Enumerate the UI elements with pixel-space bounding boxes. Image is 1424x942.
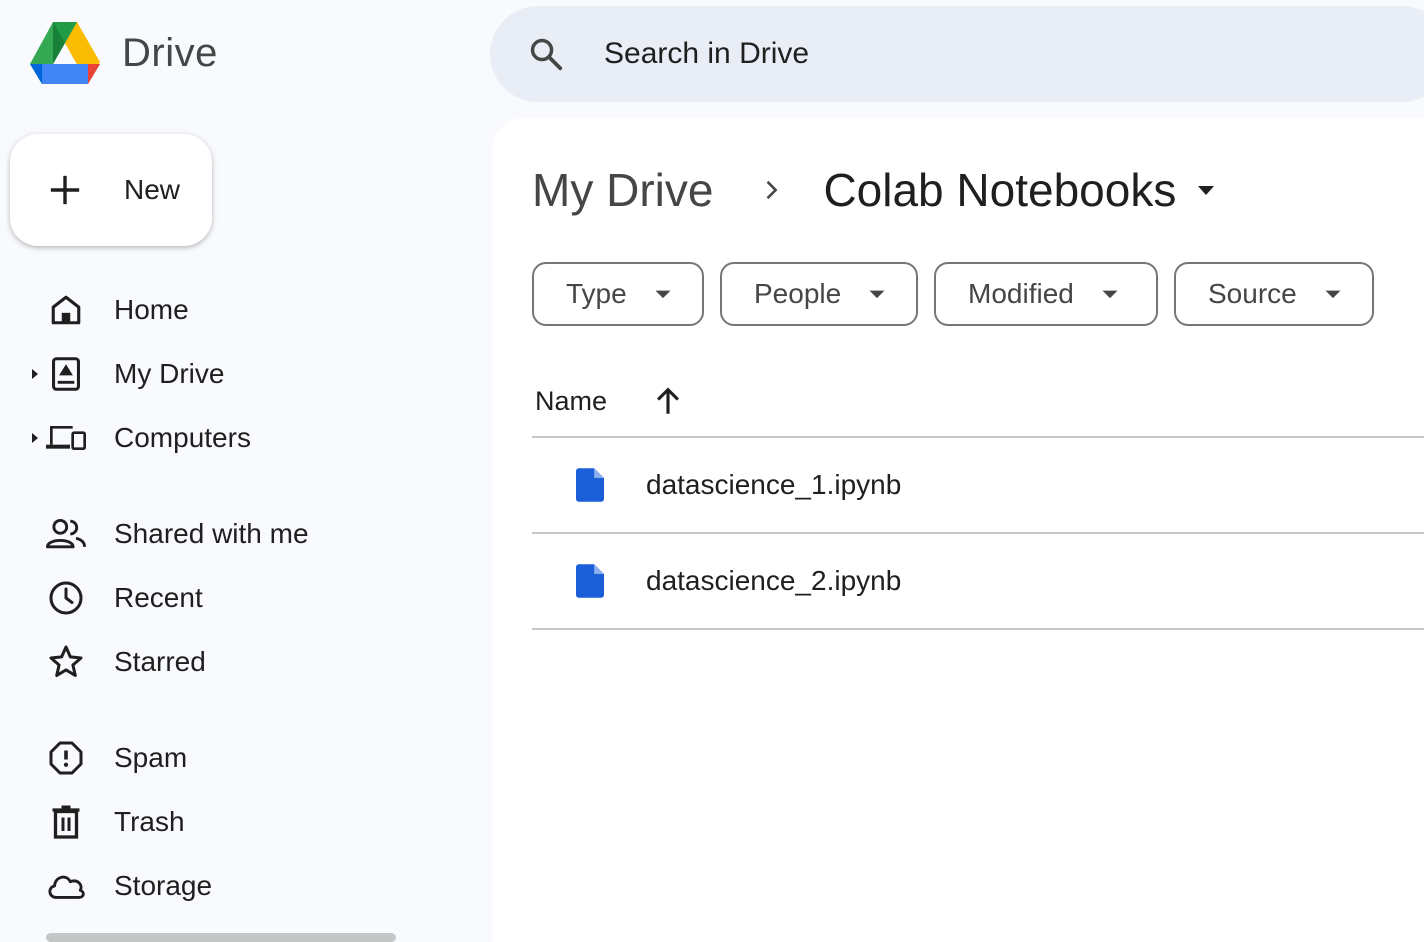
filter-label: Modified [968,278,1074,309]
dropdown-arrow-icon [1102,290,1118,299]
search-icon[interactable] [526,34,566,74]
sidebar-item-label: Home [114,294,189,325]
sidebar-item-label: Shared with me [114,518,309,549]
my-drive-icon [46,354,86,394]
sidebar-item-starred[interactable]: Starred [0,634,460,690]
drive-logo-icon [30,22,100,84]
document-icon [576,564,604,598]
main-content: My Drive Colab Notebooks Type People Mod… [492,118,1424,942]
dropdown-arrow-icon [1198,186,1215,195]
document-icon [576,468,604,502]
filter-source[interactable]: Source [1174,262,1374,326]
filter-type[interactable]: Type [532,262,704,326]
sidebar-item-label: Storage [114,870,213,901]
sidebar-item-label: My Drive [114,358,225,389]
computers-icon [46,418,86,458]
sidebar-item-storage[interactable]: Storage [0,858,460,914]
dropdown-arrow-icon [655,290,671,299]
file-name: datascience_2.ipynb [646,565,902,596]
sidebar-item-label: Computers [114,422,251,453]
search-input[interactable] [604,37,1204,71]
column-header-name[interactable]: Name [535,386,607,417]
current-folder-label: Colab Notebooks [823,164,1177,216]
filter-people[interactable]: People [720,262,918,326]
new-button[interactable]: New [10,134,212,246]
list-header: Name [532,366,1424,438]
clock-icon [46,578,86,618]
dropdown-arrow-icon [1325,290,1341,299]
drive-logo[interactable]: Drive [28,20,218,86]
filter-label: People [754,278,842,309]
expand-caret-icon[interactable] [30,431,40,445]
filter-chips: Type People Modified Source [532,262,1390,326]
breadcrumb-current-folder[interactable]: Colab Notebooks [823,163,1218,217]
filter-label: Type [566,278,627,309]
sidebar-scrollbar[interactable] [46,933,396,942]
chevron-right-icon [767,180,778,200]
star-icon [46,642,86,682]
plus-icon [50,175,80,205]
file-name: datascience_1.ipynb [646,469,902,500]
sidebar-item-label: Starred [114,646,206,677]
sidebar-item-recent[interactable]: Recent [0,570,460,626]
file-row[interactable]: datascience_2.ipynb [532,534,1424,630]
sidebar-item-label: Spam [114,742,188,773]
cloud-icon [46,866,86,906]
sidebar-item-spam[interactable]: Spam [0,730,460,786]
sidebar-item-trash[interactable]: Trash [0,794,460,850]
dropdown-arrow-icon [869,290,885,299]
home-icon [46,290,86,330]
new-button-label: New [124,174,181,205]
search-bar[interactable] [490,6,1424,102]
spam-icon [46,738,86,778]
breadcrumb-my-drive[interactable]: My Drive [532,163,713,217]
sidebar-item-my-drive[interactable]: My Drive [0,346,460,402]
drive-app: Drive New Home My Drive Computers [0,0,1424,942]
sidebar-item-shared-with-me[interactable]: Shared with me [0,506,460,562]
file-row[interactable]: datascience_1.ipynb [532,438,1424,534]
shared-people-icon [46,514,86,554]
sidebar-item-label: Trash [114,806,185,837]
filter-label: Source [1208,278,1297,309]
sidebar-item-home[interactable]: Home [0,282,460,338]
sidebar-item-computers[interactable]: Computers [0,410,460,466]
sidebar-item-label: Recent [114,582,203,613]
filter-modified[interactable]: Modified [934,262,1158,326]
expand-caret-icon[interactable] [30,367,40,381]
trash-icon [46,802,86,842]
arrow-up-icon[interactable] [651,384,685,418]
breadcrumb: My Drive Colab Notebooks [532,158,1218,222]
app-title: Drive [122,30,218,75]
